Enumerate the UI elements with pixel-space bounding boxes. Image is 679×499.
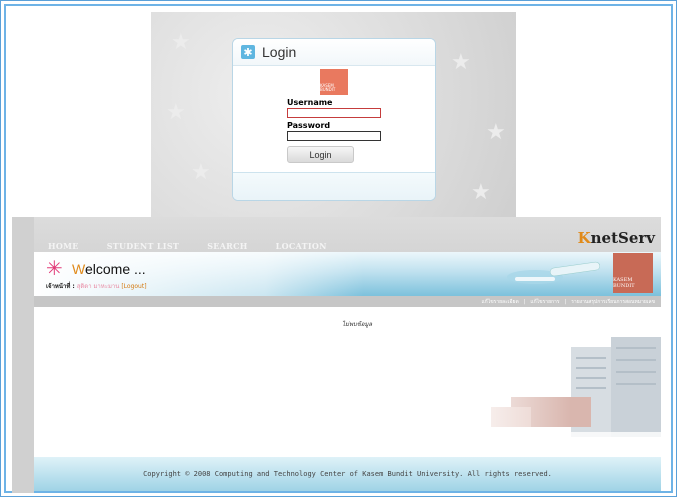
asterisk-icon: ✳ — [46, 256, 63, 280]
login-footer — [233, 172, 435, 200]
no-data-message: ไม่พบข้อมูล — [342, 321, 373, 328]
login-header: ✱ Login — [233, 39, 435, 66]
username-label: Username — [287, 98, 333, 107]
sub-nav: แก้ไขรายละเอียด | แก้ไขรายการ | รายงานสร… — [34, 296, 661, 307]
app-header: KnetServ HOME STUDENT LIST SEARCH LOCATI… — [34, 217, 661, 307]
building-illustration — [451, 337, 661, 457]
welcome-heading: Welcome ... — [72, 261, 146, 277]
star-decoration: ★ — [486, 120, 506, 145]
nav-search[interactable]: SEARCH — [193, 239, 261, 253]
officer-label: เจ้าหน้าที่ : — [46, 283, 75, 290]
officer-info: เจ้าหน้าที่ : สุดิดา มาหะมาน [Logout] — [46, 281, 147, 291]
officer-name: สุดิดา มาหะมาน — [76, 283, 120, 290]
nav-student-list[interactable]: STUDENT LIST — [93, 239, 194, 253]
logout-link[interactable]: [Logout] — [121, 283, 146, 290]
nav-location[interactable]: LOCATION — [262, 239, 341, 253]
subnav-edit-profile[interactable]: แก้ไขรายละเอียด — [481, 298, 518, 306]
asterisk-icon: ✱ — [241, 45, 255, 59]
star-decoration: ★ — [191, 160, 211, 185]
login-button[interactable]: Login — [287, 146, 354, 163]
star-decoration: ★ — [166, 100, 186, 125]
login-title: Login — [262, 44, 297, 60]
app-page: KnetServ HOME STUDENT LIST SEARCH LOCATI… — [34, 217, 661, 493]
password-field[interactable] — [287, 131, 381, 141]
university-logo: KASEM BUNDIT — [320, 69, 348, 95]
copyright-text: Copyright © 2008 Computing and Technolog… — [143, 470, 552, 478]
main-nav: HOME STUDENT LIST SEARCH LOCATION — [34, 239, 354, 253]
university-logo: KASEM BUNDIT — [613, 253, 653, 293]
password-label: Password — [287, 121, 331, 130]
nav-home[interactable]: HOME — [34, 239, 93, 253]
main-content: ไม่พบข้อมูล — [34, 307, 661, 457]
star-decoration: ★ — [471, 180, 491, 205]
pen-illustration — [507, 261, 601, 284]
star-decoration: ★ — [451, 50, 471, 75]
subnav-edit-list[interactable]: แก้ไขรายการ — [530, 298, 559, 306]
separator: | — [564, 298, 567, 305]
login-panel: ✱ Login KASEM BUNDIT Username Password L… — [232, 38, 436, 201]
separator: | — [523, 298, 526, 305]
brand-logo: KnetServ — [577, 229, 655, 247]
star-decoration: ★ — [171, 30, 191, 55]
username-field[interactable] — [287, 108, 381, 118]
page-footer: Copyright © 2008 Computing and Technolog… — [34, 457, 661, 491]
left-strip — [12, 217, 34, 493]
subnav-report[interactable]: รายงานสรุปการเรียนการสอนหมายเลข — [571, 298, 655, 306]
